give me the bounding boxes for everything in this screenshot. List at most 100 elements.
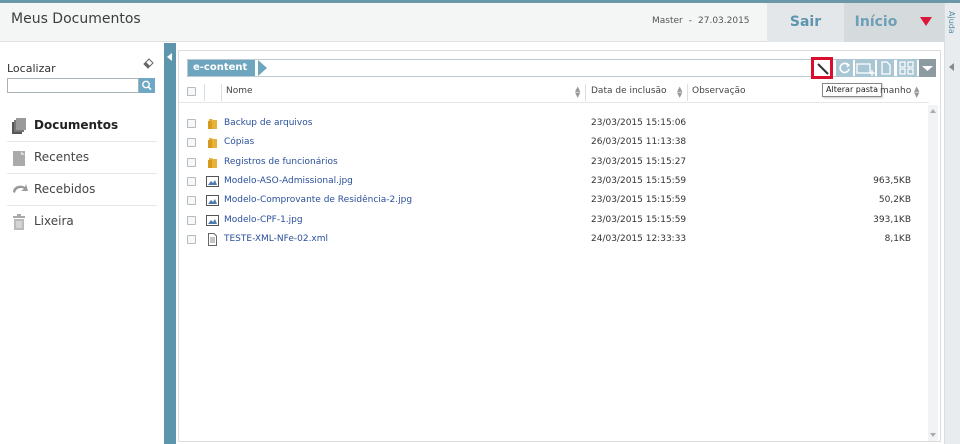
sidebar-splitter[interactable] — [164, 43, 176, 444]
file-size: 50,2KB — [878, 195, 911, 206]
logout-button[interactable]: Sair — [767, 3, 844, 42]
rename-folder-icon — [817, 63, 829, 75]
trash-icon — [13, 214, 25, 230]
file-date: 23/03/2015 15:15:59 — [591, 214, 687, 225]
search-input[interactable] — [7, 78, 139, 93]
refresh-button[interactable] — [836, 59, 853, 77]
table-row[interactable]: Modelo-ASO-Admissional.jpg 23/03/2015 15:… — [179, 173, 929, 192]
vertical-scrollbar[interactable] — [928, 105, 938, 441]
file-date: 24/03/2015 12:33:33 — [591, 233, 687, 244]
sort-icon[interactable]: ▲ ▼ — [914, 86, 919, 99]
help-tab[interactable]: Ajuda — [944, 3, 960, 444]
sort-icon[interactable]: ▲ ▼ — [575, 86, 580, 99]
file-date: 23/03/2015 15:15:27 — [591, 156, 687, 167]
file-date: 26/03/2015 11:13:38 — [591, 137, 687, 148]
search-label: Localizar — [7, 62, 56, 75]
image-file-icon — [206, 214, 219, 226]
column-divider — [687, 84, 688, 101]
grid-view-icon — [899, 61, 914, 75]
file-name-link[interactable]: Registros de funcionários — [224, 157, 338, 167]
table-row[interactable]: TESTE-XML-NFe-02.xml 24/03/2015 12:33:33 8… — [179, 231, 929, 250]
sidebar-item-label: Recentes — [34, 150, 90, 164]
grid-view-button[interactable] — [897, 59, 917, 77]
table-header: Nome ▲ ▼ Data de inclusão ▲ ▼ Observação m… — [179, 81, 929, 103]
file-name-link[interactable]: Cópias — [224, 137, 254, 147]
row-checkbox[interactable] — [187, 138, 196, 148]
sidebar-item-recentes[interactable]: Recentes — [7, 142, 157, 174]
menu-button[interactable] — [908, 3, 944, 42]
column-header-note[interactable]: Observação — [692, 86, 746, 96]
collapse-icon — [167, 53, 172, 61]
column-divider — [585, 84, 586, 101]
help-tab-label: Ajuda — [947, 11, 956, 34]
folder-icon — [208, 138, 217, 149]
sidebar-item-label: Lixeira — [34, 214, 74, 228]
row-checkbox[interactable] — [187, 196, 196, 206]
row-checkbox[interactable] — [187, 176, 196, 186]
scroll-down-icon[interactable] — [930, 433, 936, 437]
image-file-icon — [206, 195, 219, 207]
sidebar-item-label: Documentos — [34, 118, 119, 132]
column-divider — [204, 84, 205, 101]
folder-icon — [208, 157, 217, 168]
document-file-icon — [208, 232, 217, 246]
file-name-link[interactable]: Modelo-Comprovante de Residência-2.jpg — [224, 195, 412, 205]
dropdown-icon — [922, 66, 933, 71]
file-date: 23/03/2015 15:15:59 — [591, 175, 687, 186]
image-file-icon — [206, 175, 219, 187]
home-button[interactable]: Início — [844, 3, 908, 42]
sidebar-item-recebidos[interactable]: Recebidos — [7, 174, 157, 206]
file-date: 23/03/2015 15:15:59 — [591, 195, 687, 206]
sidebar-item-label: Recebidos — [34, 182, 96, 196]
table-row[interactable]: Backup de arquivos 23/03/2015 15:15:06 — [179, 115, 929, 134]
file-date: 23/03/2015 15:15:06 — [591, 118, 687, 128]
file-name-link[interactable]: Modelo-CPF-1.jpg — [224, 215, 303, 225]
sort-icon[interactable]: ▲ ▼ — [677, 86, 682, 99]
table-row[interactable]: Modelo-CPF-1.jpg 23/03/2015 15:15:59 393,1… — [179, 212, 929, 231]
eraser-icon[interactable] — [143, 58, 154, 69]
scroll-up-icon[interactable] — [930, 109, 936, 113]
breadcrumb-item[interactable]: e-content — [188, 60, 256, 76]
row-checkbox[interactable] — [187, 234, 196, 244]
file-size: 963,5KB — [873, 175, 911, 186]
refresh-icon — [839, 62, 851, 74]
search-icon — [142, 80, 152, 91]
row-checkbox[interactable] — [187, 157, 196, 167]
file-name-link[interactable]: Modelo-ASO-Admissional.jpg — [224, 176, 353, 186]
sidebar-item-lixeira[interactable]: Lixeira — [7, 206, 157, 238]
sidebar-item-documentos[interactable]: Documentos — [7, 110, 157, 142]
session-separator: - — [688, 16, 692, 26]
upload-icon — [881, 61, 891, 75]
file-size: 393,1KB — [873, 214, 911, 225]
recent-icon — [13, 151, 25, 166]
session-info: Master -27.03.2015 — [652, 16, 750, 26]
new-folder-icon — [856, 63, 875, 76]
file-browser: e-content Alterar pasta Nome ▲ ▼ Data de… — [178, 50, 941, 442]
view-options-dropdown[interactable] — [919, 59, 936, 77]
file-name-link[interactable]: Backup de arquivos — [224, 118, 312, 128]
page-title: Meus Documentos — [11, 11, 141, 27]
received-icon — [13, 184, 28, 193]
user-name: Master — [652, 16, 683, 26]
column-header-name[interactable]: Nome — [226, 86, 253, 96]
rename-folder-button[interactable] — [811, 57, 833, 79]
chevron-left-icon — [949, 63, 954, 71]
column-header-size[interactable]: manho — [880, 86, 911, 96]
upload-button[interactable] — [877, 59, 894, 77]
file-size: 8,1KB — [884, 233, 911, 244]
row-checkbox[interactable] — [187, 215, 196, 225]
table-row[interactable]: Cópias 26/03/2015 11:13:38 — [179, 134, 929, 153]
breadcrumb-arrow — [258, 60, 267, 76]
session-date: 27.03.2015 — [698, 16, 750, 26]
column-header-date[interactable]: Data de inclusão — [591, 86, 667, 96]
table-row[interactable]: Registros de funcionários 23/03/2015 15:1… — [179, 154, 929, 173]
search-button[interactable] — [139, 78, 155, 93]
file-name-link[interactable]: TESTE-XML-NFe-02.xml — [224, 234, 328, 244]
table-row[interactable]: Modelo-Comprovante de Residência-2.jpg 23… — [179, 192, 929, 211]
column-divider — [221, 84, 222, 101]
caret-down-icon — [920, 17, 932, 26]
new-folder-button[interactable] — [855, 59, 875, 77]
select-all-checkbox[interactable] — [187, 87, 196, 96]
row-checkbox[interactable] — [187, 119, 196, 128]
folder-icon — [208, 119, 217, 129]
